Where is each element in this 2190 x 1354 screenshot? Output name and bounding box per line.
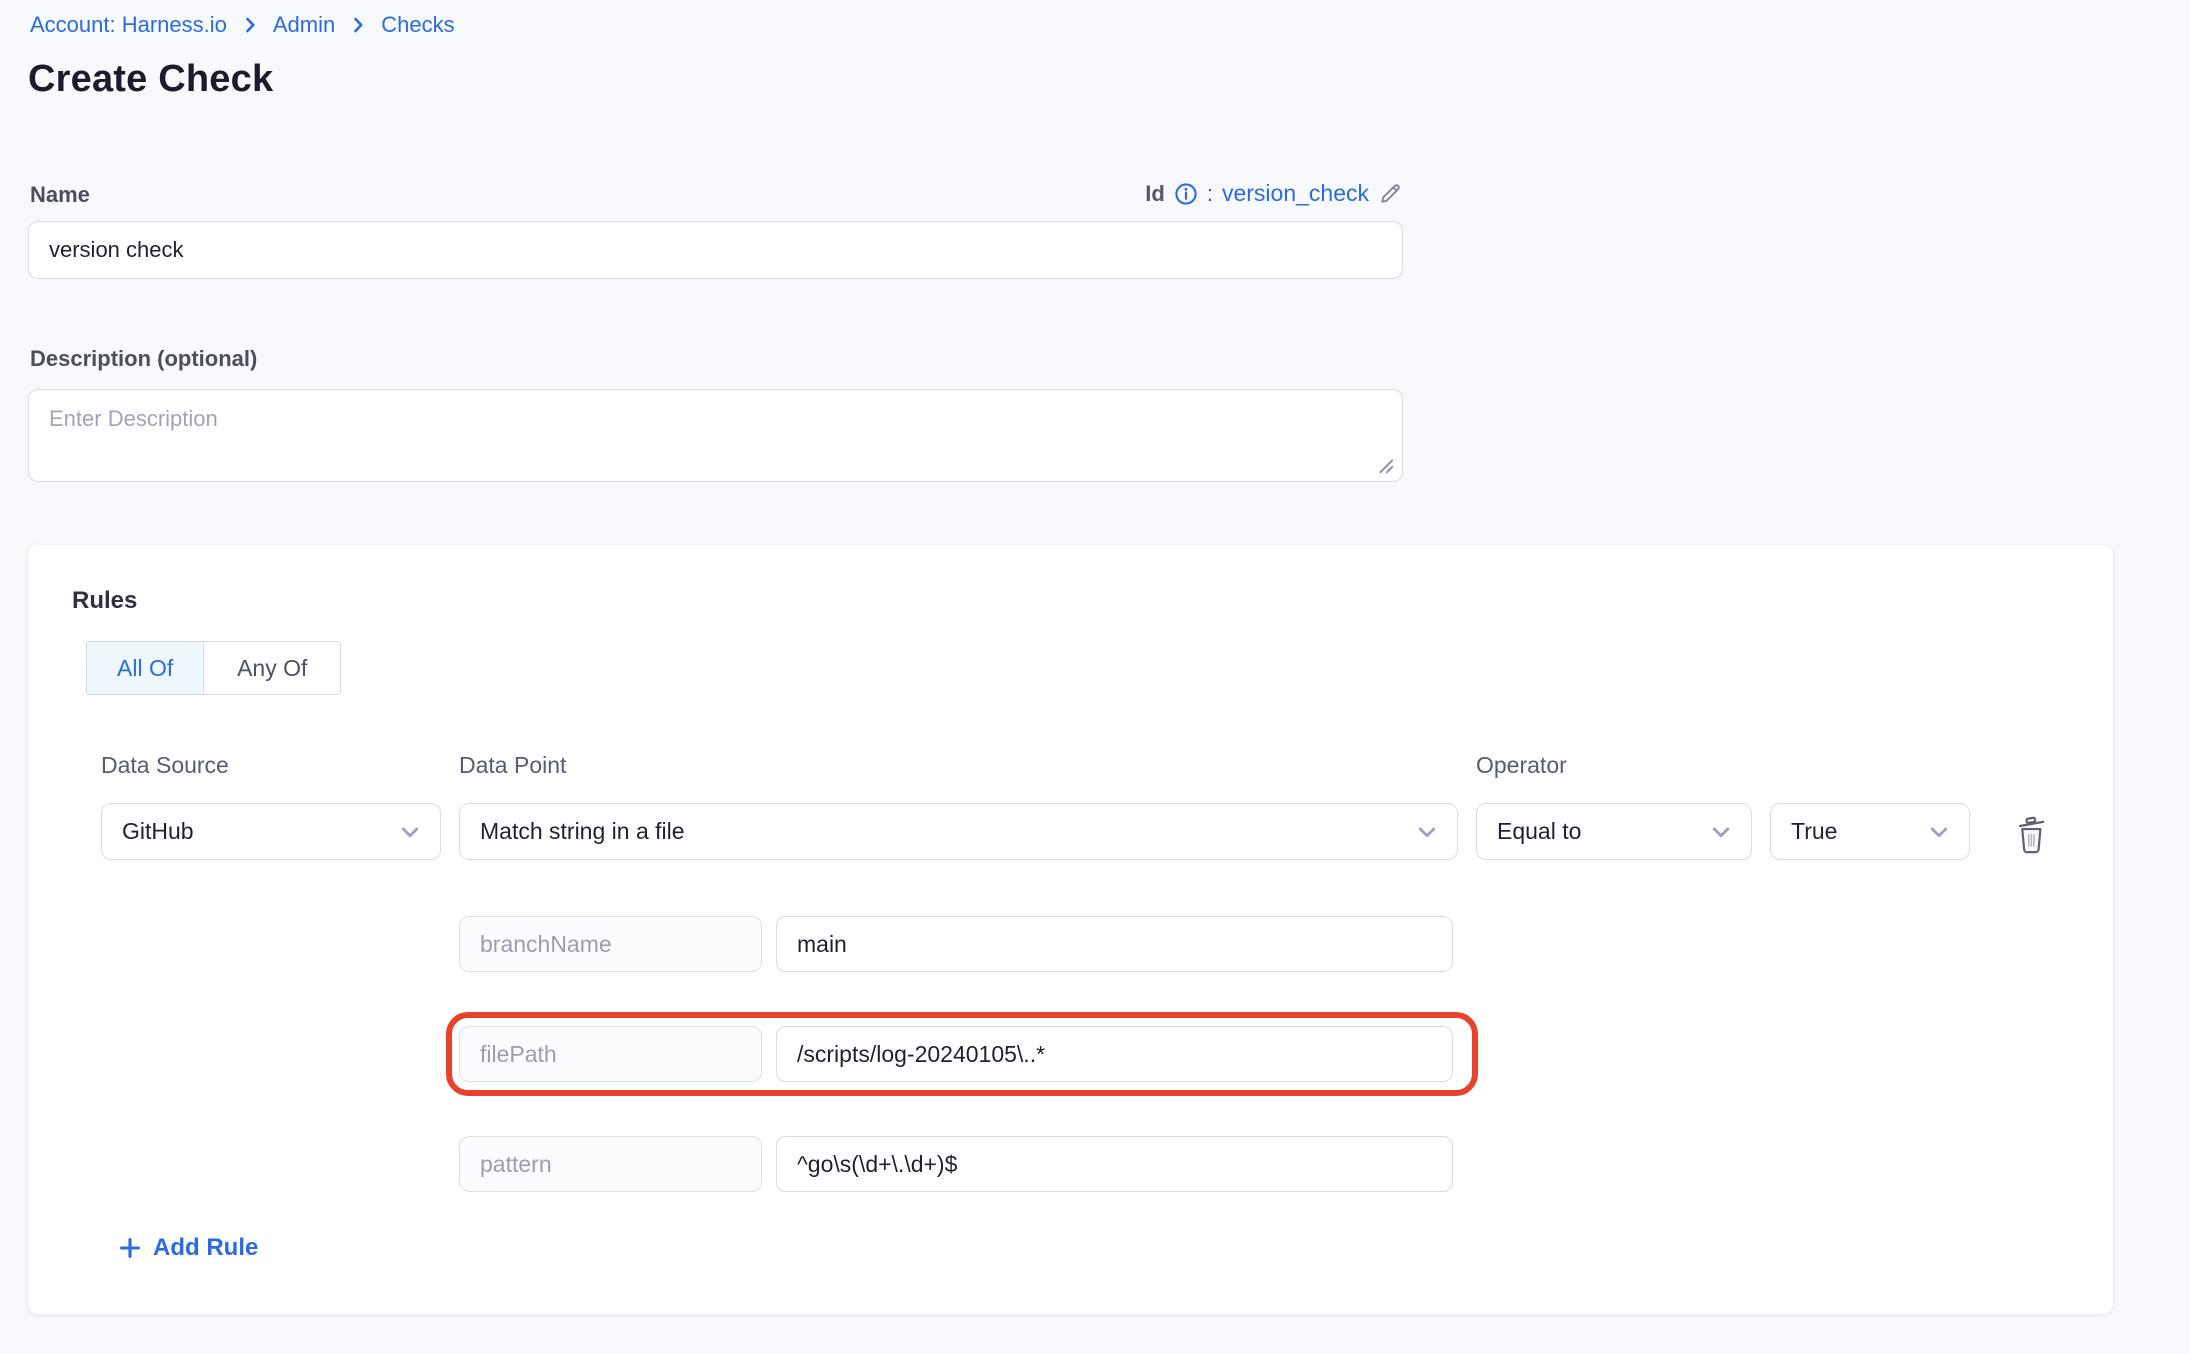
operator-value-select[interactable]: True (1770, 803, 1970, 860)
data-point-value: Match string in a file (480, 818, 685, 845)
operator-value: Equal to (1497, 818, 1581, 845)
description-label: Description (optional) (30, 346, 257, 372)
chevron-down-icon (398, 820, 422, 844)
id-value[interactable]: version_check (1222, 180, 1369, 207)
name-input[interactable] (28, 221, 1403, 279)
trash-icon (2014, 812, 2050, 854)
rules-heading: Rules (72, 587, 137, 615)
description-textarea[interactable] (28, 389, 1403, 482)
breadcrumb-checks-link[interactable]: Checks (381, 12, 454, 38)
add-rule-label: Add Rule (153, 1234, 258, 1262)
identifier-row: Id : version_check (28, 180, 1403, 207)
data-point-select[interactable]: Match string in a file (459, 803, 1458, 860)
breadcrumb-account-link[interactable]: Account: Harness.io (30, 12, 227, 38)
chevron-down-icon (1927, 820, 1951, 844)
textarea-resize-handle[interactable] (1372, 452, 1398, 478)
plus-icon (118, 1236, 142, 1260)
toggle-all-of[interactable]: All Of (86, 641, 204, 695)
page-title: Create Check (28, 58, 273, 101)
chevron-right-icon (348, 15, 368, 35)
create-check-page: Account: Harness.io Admin Checks Create … (0, 0, 2190, 1354)
param-key-branchname: branchName (459, 916, 762, 972)
delete-rule-button[interactable] (2010, 810, 2054, 856)
data-source-value: GitHub (122, 818, 194, 845)
data-source-label: Data Source (101, 752, 229, 779)
param-value-filepath-input[interactable] (776, 1026, 1453, 1082)
pencil-icon (1378, 181, 1403, 206)
edit-id-button[interactable] (1378, 181, 1403, 206)
param-value-pattern-input[interactable] (776, 1136, 1453, 1192)
breadcrumb-admin-link[interactable]: Admin (273, 12, 335, 38)
toggle-any-of[interactable]: Any Of (203, 641, 341, 695)
param-value-branchname-input[interactable] (776, 916, 1453, 972)
id-info-button[interactable] (1174, 182, 1198, 206)
rules-match-toggle: All Of Any Of (86, 641, 341, 695)
param-key-pattern: pattern (459, 1136, 762, 1192)
operator-label: Operator (1476, 752, 1567, 779)
add-rule-button[interactable]: Add Rule (118, 1234, 258, 1262)
data-source-select[interactable]: GitHub (101, 803, 441, 860)
id-colon: : (1207, 181, 1213, 207)
id-label: Id (1145, 181, 1165, 207)
data-point-label: Data Point (459, 752, 566, 779)
operator-expected-value: True (1791, 818, 1837, 845)
info-icon (1174, 182, 1198, 206)
breadcrumb: Account: Harness.io Admin Checks (30, 12, 455, 38)
chevron-down-icon (1415, 820, 1439, 844)
chevron-down-icon (1709, 820, 1733, 844)
operator-select[interactable]: Equal to (1476, 803, 1752, 860)
param-key-filepath: filePath (459, 1026, 762, 1082)
chevron-right-icon (240, 15, 260, 35)
